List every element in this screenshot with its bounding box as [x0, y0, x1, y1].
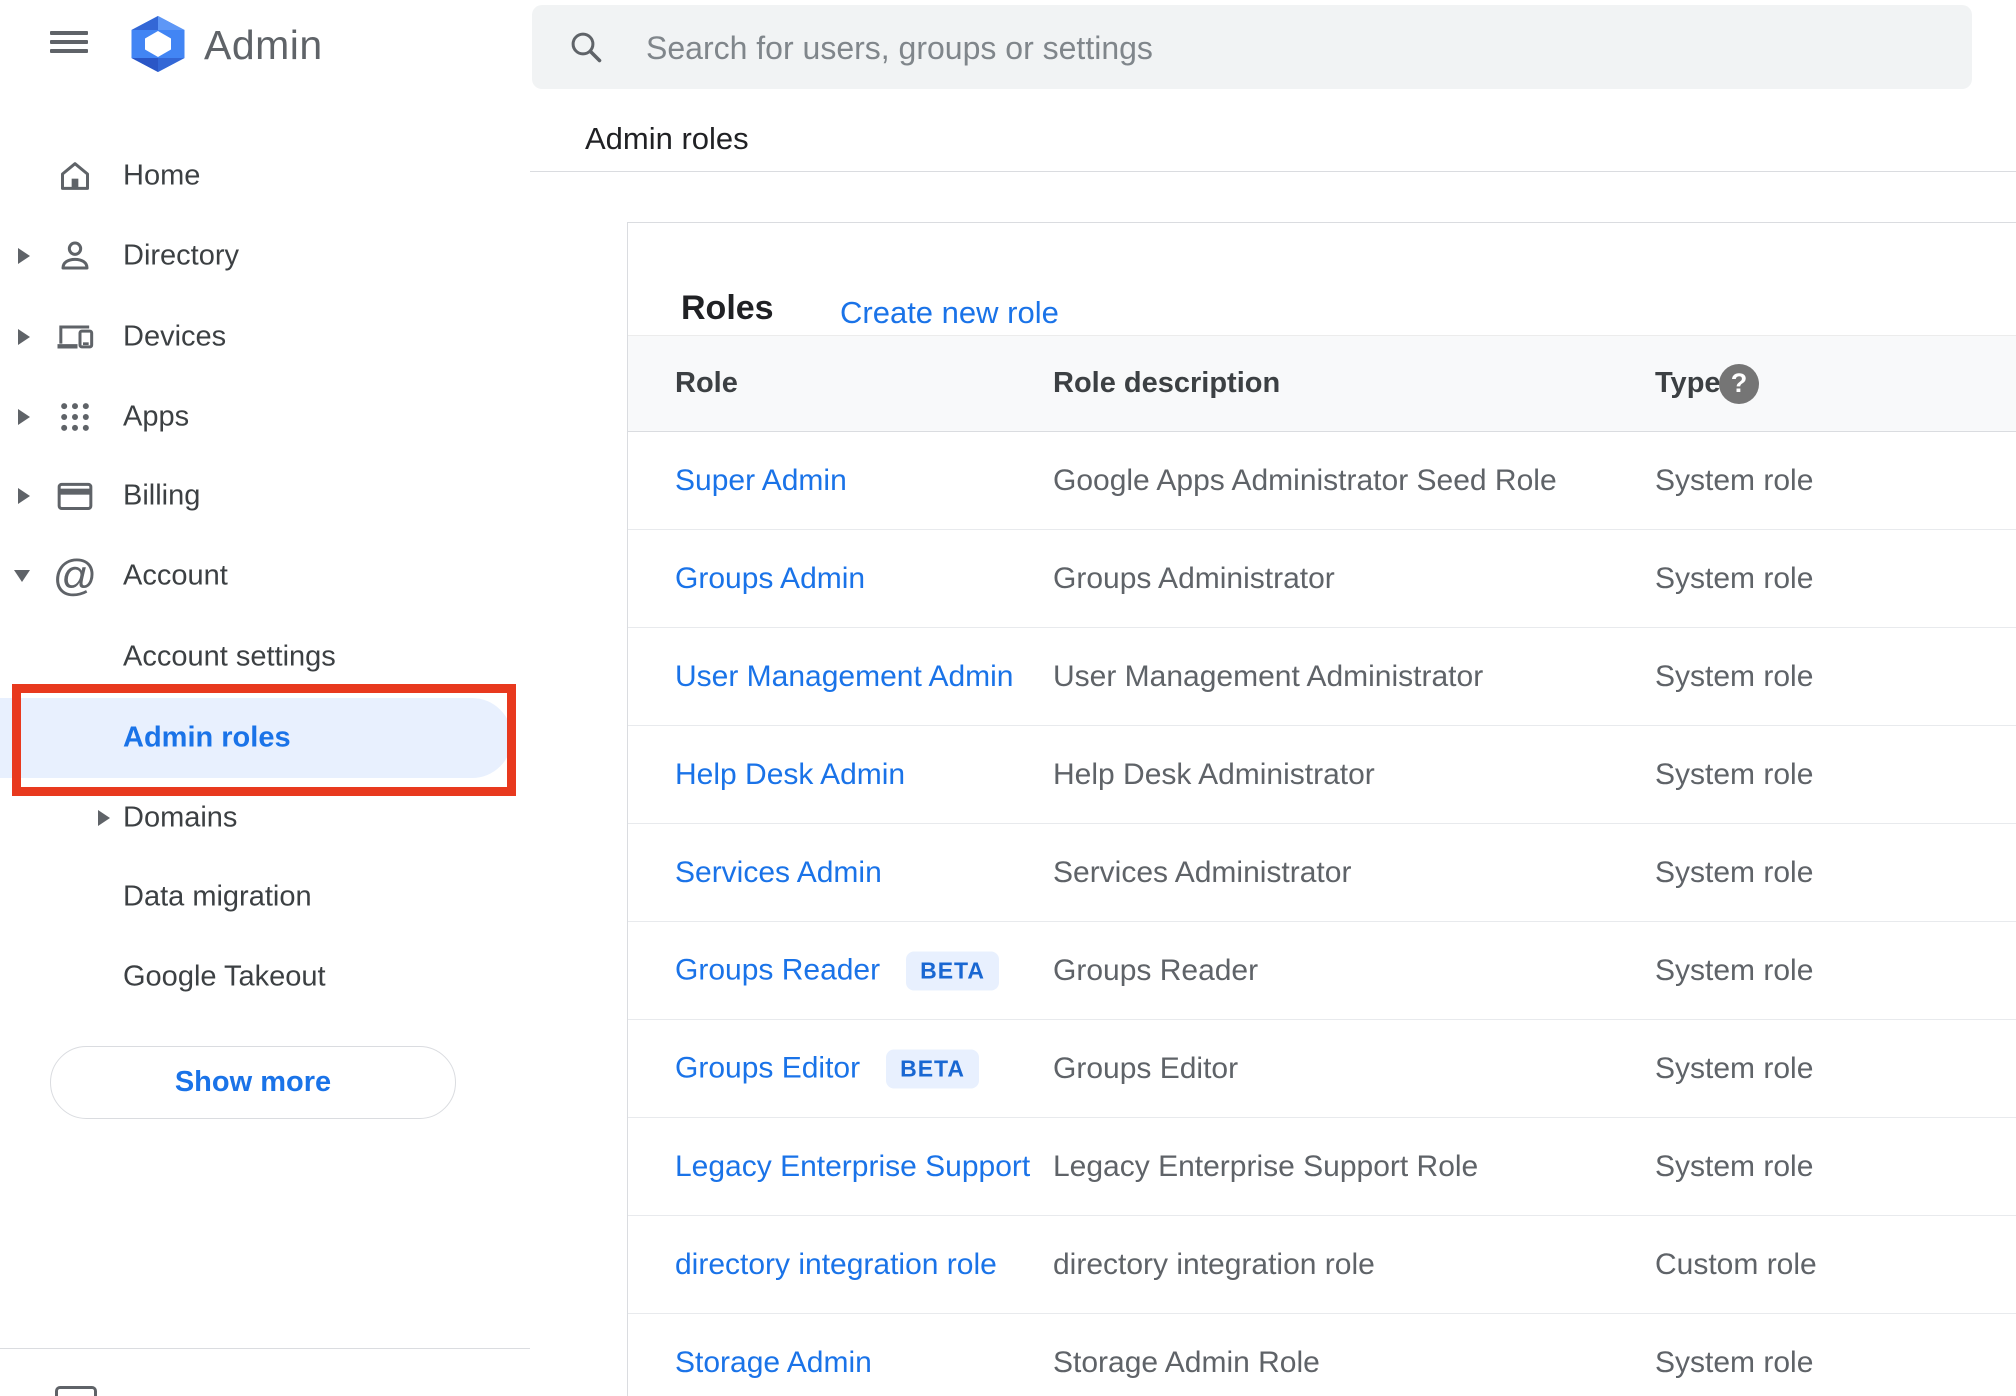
home-icon: [55, 156, 95, 196]
search-input[interactable]: [644, 5, 1948, 91]
role-description: Groups Editor: [1053, 1051, 1239, 1085]
role-link[interactable]: Groups Editor: [675, 1052, 860, 1086]
create-new-role-link[interactable]: Create new role: [840, 295, 1059, 331]
role-type: System role: [1655, 953, 1814, 987]
table-row: Groups Reader BETA Groups Reader System …: [628, 922, 2016, 1020]
sidebar-item-devices[interactable]: Devices: [0, 297, 530, 377]
sidebar-item-account-settings[interactable]: Account settings: [0, 617, 530, 697]
google-admin-console: Admin Admin roles Home: [0, 0, 2016, 1396]
sidebar-item-label: Apps: [123, 400, 190, 433]
role-type: System role: [1655, 1345, 1814, 1379]
chevron-right-icon: [18, 329, 30, 345]
role-type: Custom role: [1655, 1247, 1817, 1281]
sidebar-item-label: Domains: [123, 801, 238, 834]
sidebar-item-label: Account settings: [123, 640, 336, 673]
chevron-right-icon: [98, 810, 110, 826]
help-icon[interactable]: ?: [1719, 363, 1759, 404]
sidebar-item-domains[interactable]: Domains: [0, 778, 530, 858]
column-header-role: Role: [675, 367, 738, 399]
role-link[interactable]: User Management Admin: [675, 660, 1014, 694]
apps-grid-icon: [55, 397, 95, 437]
table-row: Services Admin Services Administrator Sy…: [628, 824, 2016, 922]
role-link[interactable]: Legacy Enterprise Support: [675, 1150, 1030, 1184]
role-type: System role: [1655, 757, 1814, 791]
role-description: directory integration role: [1053, 1247, 1375, 1281]
role-type: System role: [1655, 1149, 1814, 1183]
table-row: Groups Admin Groups Administrator System…: [628, 530, 2016, 628]
sidebar-item-home[interactable]: Home: [0, 136, 530, 216]
role-link[interactable]: Help Desk Admin: [675, 758, 905, 792]
table-row: Legacy Enterprise Support Legacy Enterpr…: [628, 1118, 2016, 1216]
role-description: Groups Reader: [1053, 953, 1259, 987]
role-link[interactable]: Services Admin: [675, 856, 882, 890]
chevron-down-icon: [14, 570, 30, 582]
sidebar-item-label: Devices: [123, 320, 227, 353]
at-sign-icon: @: [52, 551, 98, 600]
column-header-description: Role description: [1053, 367, 1281, 399]
table-row: directory integration role directory int…: [628, 1216, 2016, 1314]
card-title: Roles: [681, 289, 774, 327]
sidebar-item-account[interactable]: @ Account: [0, 536, 530, 616]
table-row: User Management Admin User Management Ad…: [628, 628, 2016, 726]
role-type: System role: [1655, 855, 1814, 889]
header-divider: [530, 171, 2016, 172]
sidebar-item-apps[interactable]: Apps: [0, 377, 530, 457]
role-description: Legacy Enterprise Support Role: [1053, 1149, 1479, 1183]
role-link[interactable]: Groups Admin: [675, 562, 865, 596]
role-description: Groups Administrator: [1053, 561, 1335, 595]
sidebar-item-label: Admin roles: [123, 721, 291, 754]
sidebar-item-label: Google Takeout: [123, 960, 326, 993]
roles-card: Roles Create new role Role Role descript…: [627, 222, 2016, 1396]
beta-badge: BETA: [886, 1049, 979, 1088]
sidebar-item-admin-roles[interactable]: Admin roles: [0, 698, 512, 778]
clipped-bottom-icon: [55, 1386, 97, 1396]
search-icon: [568, 29, 604, 70]
role-link[interactable]: directory integration role: [675, 1248, 997, 1282]
chevron-right-icon: [18, 248, 30, 264]
roles-table-body: Super Admin Google Apps Administrator Se…: [628, 432, 2016, 1396]
table-row: Storage Admin Storage Admin Role System …: [628, 1314, 2016, 1396]
role-type: System role: [1655, 561, 1814, 595]
credit-card-icon: [55, 476, 95, 516]
sidebar-item-data-migration[interactable]: Data migration: [0, 857, 530, 937]
role-type: System role: [1655, 1051, 1814, 1085]
sidebar-item-directory[interactable]: Directory: [0, 216, 530, 296]
sidebar-item-label: Directory: [123, 239, 240, 272]
search-bar[interactable]: [532, 5, 1972, 91]
breadcrumb: Admin roles: [585, 121, 749, 156]
sidebar-item-label: Home: [123, 159, 201, 192]
role-description: User Management Administrator: [1053, 659, 1484, 693]
beta-badge: BETA: [906, 951, 1000, 990]
table-row: Help Desk Admin Help Desk Administrator …: [628, 726, 2016, 824]
chevron-right-icon: [18, 488, 30, 504]
devices-icon: [55, 317, 95, 357]
person-icon: [55, 236, 95, 276]
chevron-right-icon: [18, 409, 30, 425]
table-header-row: Role Role description Type ?: [628, 335, 2016, 432]
sidebar-item-billing[interactable]: Billing: [0, 456, 530, 536]
show-more-button[interactable]: Show more: [50, 1046, 456, 1119]
role-description: Storage Admin Role: [1053, 1345, 1320, 1379]
sidebar-item-label: Billing: [123, 479, 201, 512]
sidebar: Home Directory Devices Apps Billing @ Ac…: [0, 0, 530, 1396]
role-type: System role: [1655, 463, 1814, 497]
role-description: Help Desk Administrator: [1053, 757, 1375, 791]
table-row: Groups Editor BETA Groups Editor System …: [628, 1020, 2016, 1118]
role-description: Google Apps Administrator Seed Role: [1053, 463, 1557, 497]
role-type: System role: [1655, 659, 1814, 693]
sidebar-item-google-takeout[interactable]: Google Takeout: [0, 937, 530, 1017]
sidebar-item-label: Account: [123, 559, 228, 592]
sidebar-item-label: Data migration: [123, 880, 312, 913]
table-row: Super Admin Google Apps Administrator Se…: [628, 432, 2016, 530]
sidebar-divider: [0, 1348, 530, 1349]
role-link[interactable]: Super Admin: [675, 464, 847, 498]
role-link[interactable]: Storage Admin: [675, 1346, 872, 1380]
role-description: Services Administrator: [1053, 855, 1352, 889]
column-header-type: Type: [1655, 367, 1721, 399]
role-link[interactable]: Groups Reader: [675, 954, 880, 988]
